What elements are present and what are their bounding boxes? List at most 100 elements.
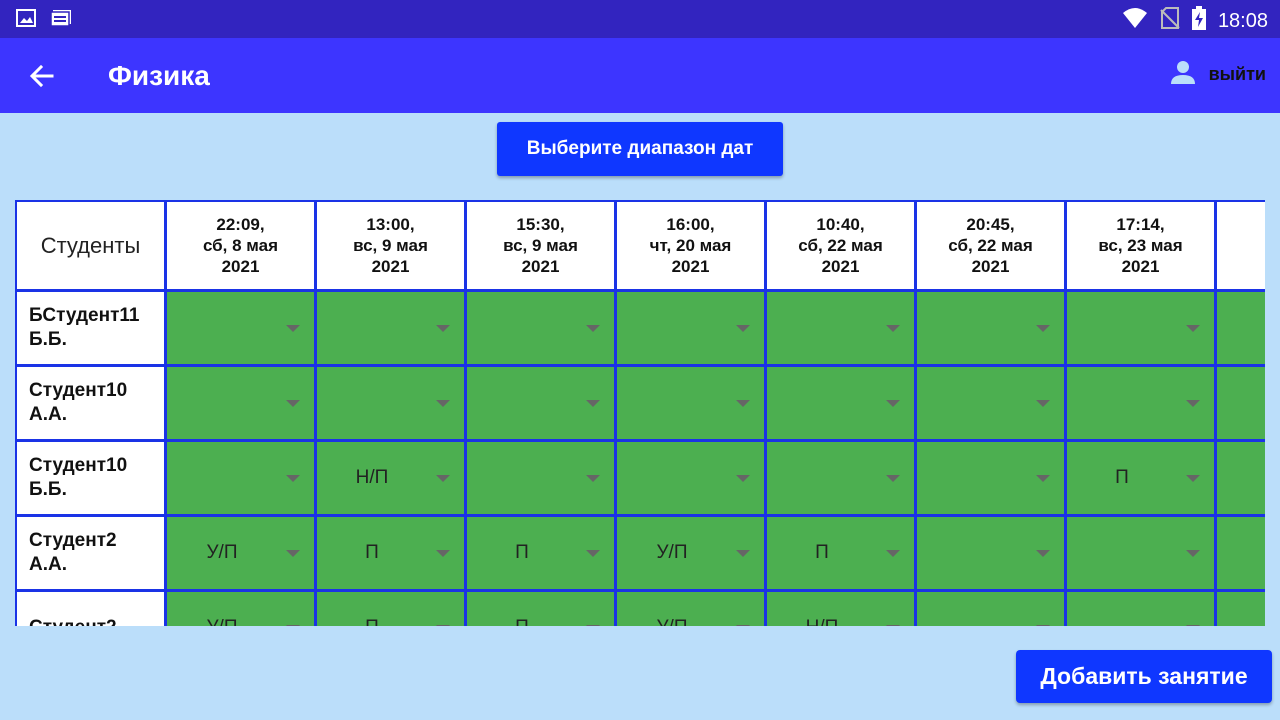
- attendance-value: [617, 442, 727, 514]
- attendance-dropdown[interactable]: [917, 367, 1064, 439]
- attendance-dropdown[interactable]: [167, 442, 314, 514]
- student-name: Студент2: [17, 592, 164, 626]
- attendance-dropdown[interactable]: [917, 517, 1064, 589]
- dropdown-caret-icon: [886, 475, 900, 482]
- lesson-date-header: 13:00, вс, 9 мая 2021: [317, 202, 464, 289]
- lesson-date-header: 20:45, сб, 22 мая 2021: [917, 202, 1064, 289]
- dropdown-caret-icon: [286, 325, 300, 332]
- attendance-dropdown[interactable]: [317, 367, 464, 439]
- dropdown-caret-icon: [736, 625, 750, 626]
- add-lesson-button[interactable]: Добавить занятие: [1016, 650, 1272, 703]
- dropdown-caret-icon: [436, 550, 450, 557]
- dropdown-caret-icon: [736, 475, 750, 482]
- attendance-dropdown[interactable]: П: [317, 517, 464, 589]
- attendance-dropdown[interactable]: [917, 592, 1064, 626]
- attendance-value: [917, 442, 1027, 514]
- attendance-dropdown[interactable]: [1217, 517, 1265, 589]
- attendance-dropdown[interactable]: [767, 292, 914, 364]
- attendance-dropdown[interactable]: [1067, 592, 1214, 626]
- attendance-dropdown[interactable]: [767, 442, 914, 514]
- back-arrow-icon[interactable]: [26, 60, 58, 92]
- attendance-value: [1067, 592, 1177, 626]
- attendance-value: [917, 592, 1027, 626]
- lesson-date-header: 22:09, сб, 8 мая 2021: [167, 202, 314, 289]
- attendance-dropdown[interactable]: [1067, 367, 1214, 439]
- attendance-dropdown[interactable]: У/П: [167, 592, 314, 626]
- lesson-date-header: 17:14, вс, 23 мая 2021: [1067, 202, 1214, 289]
- dropdown-caret-icon: [586, 325, 600, 332]
- dropdown-caret-icon: [436, 325, 450, 332]
- page-title: Физика: [108, 60, 210, 91]
- attendance-dropdown[interactable]: [617, 292, 764, 364]
- attendance-dropdown[interactable]: [1067, 292, 1214, 364]
- attendance-dropdown[interactable]: Н/П: [317, 442, 464, 514]
- battery-charging-icon: [1191, 6, 1206, 35]
- attendance-value: [767, 367, 877, 439]
- attendance-dropdown[interactable]: [467, 292, 614, 364]
- dropdown-caret-icon: [586, 400, 600, 407]
- dropdown-caret-icon: [286, 475, 300, 482]
- attendance-dropdown[interactable]: П: [317, 592, 464, 626]
- dropdown-caret-icon: [736, 400, 750, 407]
- attendance-dropdown[interactable]: [1067, 517, 1214, 589]
- attendance-value: [317, 292, 427, 364]
- dropdown-caret-icon: [736, 550, 750, 557]
- attendance-value: П: [467, 592, 577, 626]
- dropdown-caret-icon: [1186, 475, 1200, 482]
- attendance-dropdown[interactable]: П: [467, 592, 614, 626]
- attendance-value: У/П: [656, 542, 688, 563]
- dropdown-caret-icon: [436, 625, 450, 626]
- attendance-value: [1217, 292, 1265, 364]
- attendance-value: [917, 292, 1027, 364]
- dropdown-caret-icon: [1036, 400, 1050, 407]
- attendance-dropdown[interactable]: У/П: [617, 517, 764, 589]
- dropdown-caret-icon: [586, 475, 600, 482]
- attendance-dropdown[interactable]: [167, 292, 314, 364]
- attendance-dropdown[interactable]: [617, 442, 764, 514]
- attendance-value: [767, 442, 877, 514]
- attendance-dropdown[interactable]: [167, 367, 314, 439]
- attendance-value: П: [317, 592, 427, 626]
- attendance-dropdown[interactable]: [617, 367, 764, 439]
- attendance-value: [1217, 517, 1265, 589]
- attendance-table: Студенты 22:09, сб, 8 мая 2021 13:00, вс, …: [15, 200, 1265, 626]
- attendance-dropdown[interactable]: [1217, 592, 1265, 626]
- attendance-dropdown[interactable]: [917, 442, 1064, 514]
- attendance-value: [467, 292, 577, 364]
- attendance-value: [467, 442, 577, 514]
- dropdown-caret-icon: [1036, 325, 1050, 332]
- attendance-dropdown[interactable]: [1217, 442, 1265, 514]
- attendance-value: [1067, 517, 1177, 589]
- attendance-dropdown[interactable]: [317, 292, 464, 364]
- attendance-dropdown[interactable]: [1217, 367, 1265, 439]
- date-range-button[interactable]: Выберите диапазон дат: [497, 122, 783, 176]
- attendance-dropdown[interactable]: [917, 292, 1064, 364]
- clock: 18:08: [1217, 9, 1268, 32]
- message-icon: [50, 9, 72, 32]
- attendance-value: Н/П: [767, 592, 877, 626]
- attendance-dropdown[interactable]: [467, 367, 614, 439]
- dropdown-caret-icon: [286, 550, 300, 557]
- attendance-value: [167, 442, 277, 514]
- attendance-dropdown[interactable]: П: [1067, 442, 1214, 514]
- lesson-date-header: вс: [1217, 202, 1265, 289]
- lesson-date-header: 10:40, сб, 22 мая 2021: [767, 202, 914, 289]
- attendance-value: [617, 367, 727, 439]
- logout-button[interactable]: выйти: [1169, 58, 1266, 91]
- attendance-dropdown[interactable]: [467, 442, 614, 514]
- attendance-dropdown[interactable]: [767, 367, 914, 439]
- attendance-dropdown[interactable]: [1217, 292, 1265, 364]
- attendance-value: П: [815, 542, 829, 563]
- attendance-dropdown[interactable]: У/П: [167, 517, 314, 589]
- attendance-value: [917, 517, 1027, 589]
- dropdown-caret-icon: [1186, 625, 1200, 626]
- attendance-dropdown[interactable]: Н/П: [767, 592, 914, 626]
- attendance-dropdown[interactable]: П: [467, 517, 614, 589]
- attendance-dropdown[interactable]: П: [767, 517, 914, 589]
- dropdown-caret-icon: [286, 400, 300, 407]
- attendance-dropdown[interactable]: У/П: [617, 592, 764, 626]
- attendance-value: П: [515, 542, 529, 563]
- attendance-value: [167, 292, 277, 364]
- attendance-value: У/П: [167, 592, 277, 626]
- lesson-date-header: 16:00, чт, 20 мая 2021: [617, 202, 764, 289]
